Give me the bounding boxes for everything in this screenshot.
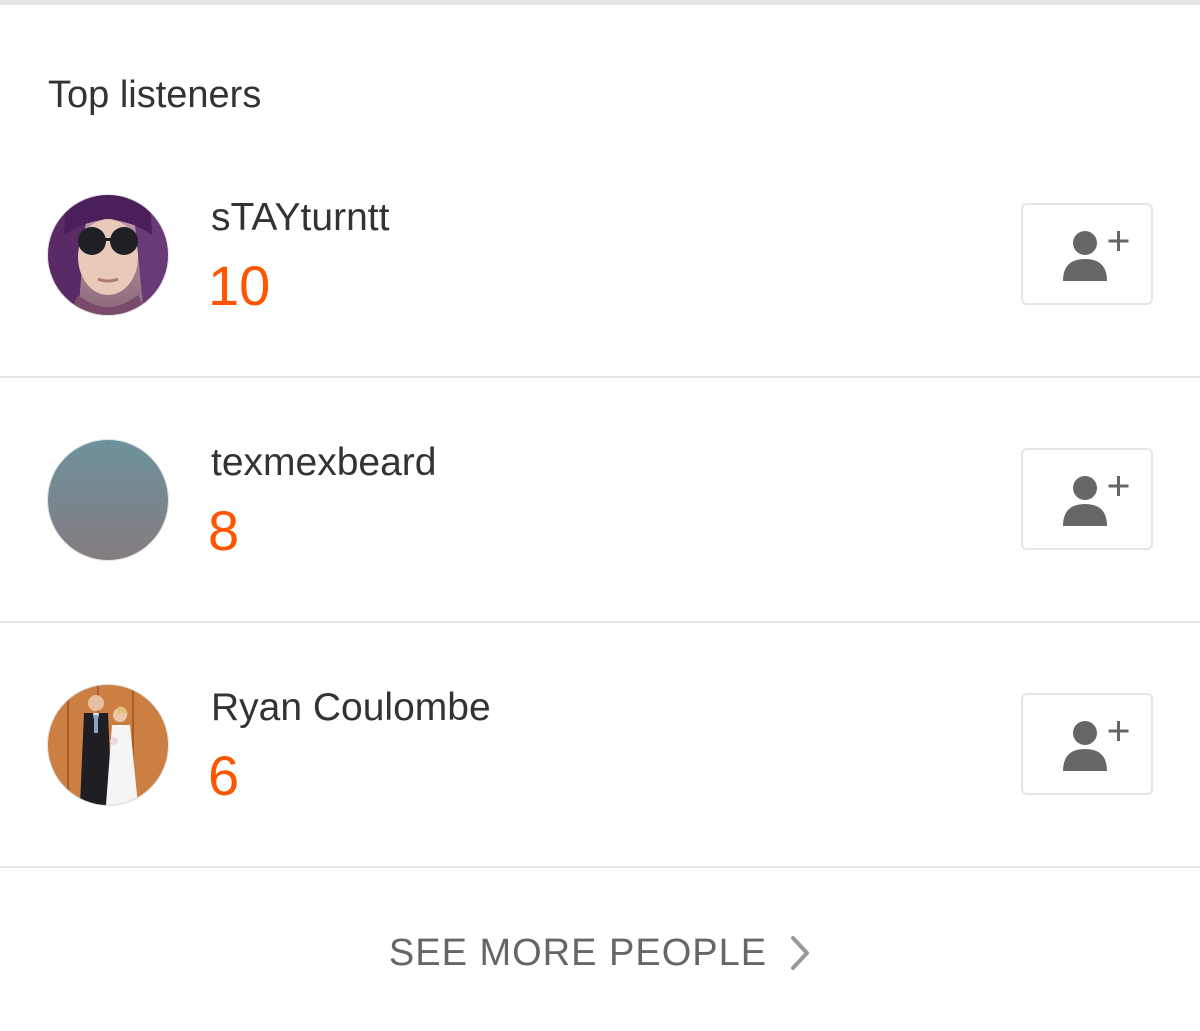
list-item[interactable]: sTAYturntt 10 bbox=[0, 133, 1200, 378]
list-item[interactable]: Ryan Coulombe 6 bbox=[0, 623, 1200, 868]
see-more-people-button[interactable]: SEE MORE PEOPLE bbox=[0, 925, 1200, 985]
play-count: 6 bbox=[208, 744, 240, 807]
chevron-right-icon bbox=[789, 935, 811, 971]
username[interactable]: Ryan Coulombe bbox=[211, 685, 491, 731]
avatar-photo bbox=[48, 195, 168, 315]
listeners-list: sTAYturntt 10 texmexbeard 8 Ryan Coulomb… bbox=[0, 133, 1200, 868]
add-user-icon bbox=[1059, 474, 1129, 526]
follow-button[interactable] bbox=[1021, 693, 1153, 795]
avatar-photo bbox=[48, 685, 168, 805]
follow-button[interactable] bbox=[1021, 448, 1153, 550]
avatar-default bbox=[48, 440, 168, 560]
username[interactable]: sTAYturntt bbox=[211, 195, 389, 241]
avatar[interactable] bbox=[47, 439, 169, 561]
top-divider bbox=[0, 0, 1200, 5]
add-user-icon bbox=[1059, 229, 1129, 281]
see-more-label: SEE MORE PEOPLE bbox=[388, 932, 768, 974]
play-count: 8 bbox=[208, 499, 240, 562]
follow-button[interactable] bbox=[1021, 203, 1153, 305]
list-item[interactable]: texmexbeard 8 bbox=[0, 378, 1200, 623]
avatar[interactable] bbox=[47, 684, 169, 806]
username[interactable]: texmexbeard bbox=[211, 440, 436, 486]
play-count: 10 bbox=[208, 254, 271, 317]
section-title: Top listeners bbox=[48, 74, 262, 116]
avatar[interactable] bbox=[47, 194, 169, 316]
add-user-icon bbox=[1059, 719, 1129, 771]
